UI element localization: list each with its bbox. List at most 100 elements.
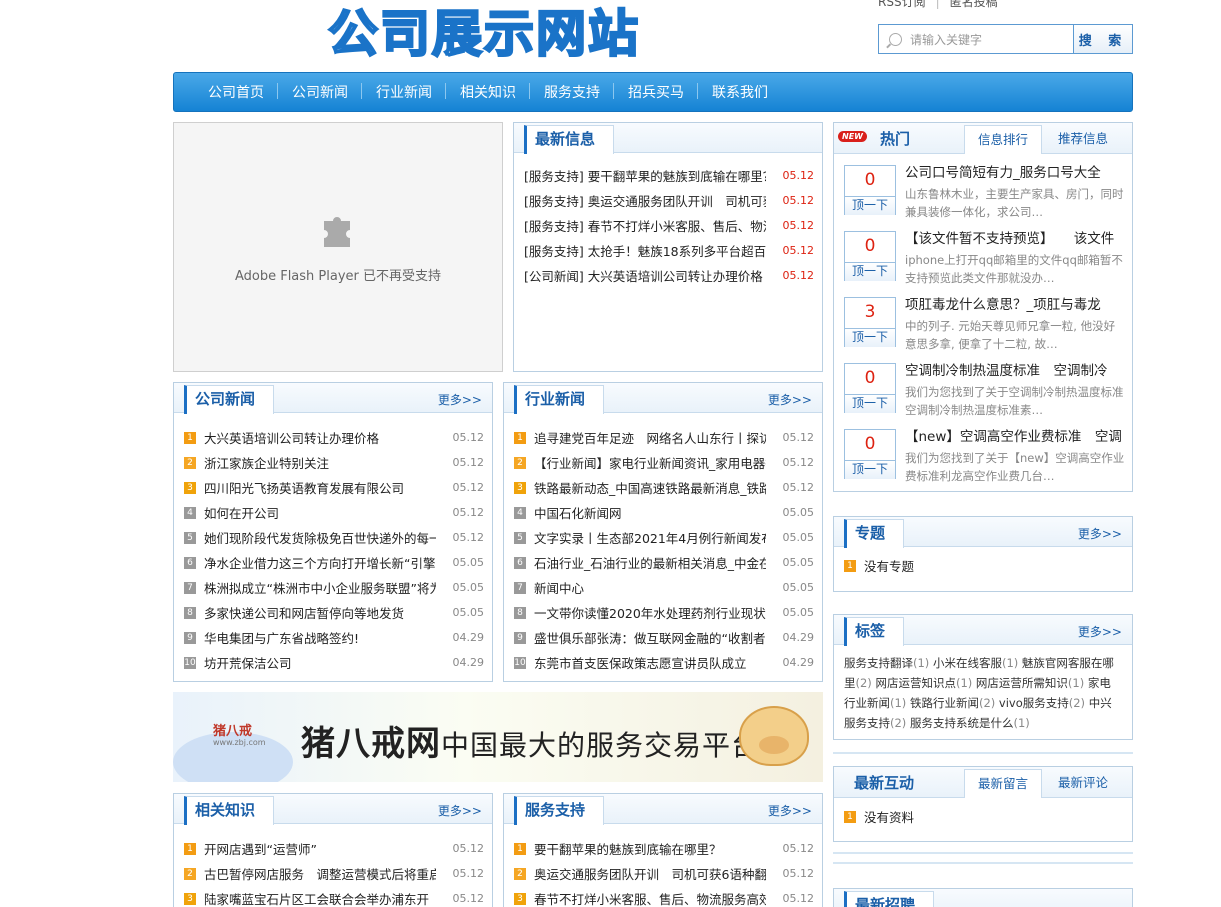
tag-link[interactable]: 小米在线客服 bbox=[933, 656, 1002, 670]
more-link[interactable]: 更多>> bbox=[768, 802, 812, 819]
item-title[interactable]: 开网店遇到“运营师” bbox=[204, 839, 436, 858]
list-item[interactable]: 3 四川阳光飞扬英语教育发展有限公司 05.12 bbox=[184, 475, 484, 500]
vote-up-button[interactable]: 顶一下 bbox=[845, 197, 895, 215]
item-title[interactable]: 一文带你读懂2020年水处理药剂行业现状与发展 bbox=[534, 603, 766, 622]
more-link[interactable]: 更多>> bbox=[438, 391, 482, 408]
nav-service[interactable]: 服务支持 bbox=[530, 82, 614, 102]
nav-hiring[interactable]: 招兵买马 bbox=[614, 82, 698, 102]
tab-recommended[interactable]: 推荐信息 bbox=[1044, 125, 1122, 154]
list-item[interactable]: [服务支持] 要干翻苹果的魅族到底输在哪里？ 05.12 bbox=[524, 163, 814, 188]
item-title[interactable]: [服务支持] 春节不打烊小米客服、售后、物流服务高效运转 bbox=[524, 216, 766, 235]
more-link[interactable]: 更多>> bbox=[438, 802, 482, 819]
item-title[interactable]: 华电集团与广东省战略签约! bbox=[204, 628, 436, 647]
item-title[interactable]: 要干翻苹果的魅族到底输在哪里？ bbox=[534, 839, 766, 858]
vote-up-button[interactable]: 顶一下 bbox=[845, 329, 895, 347]
item-title[interactable]: [服务支持] 奥运交通服务团队开训 司机可获6语种翻译 bbox=[524, 191, 766, 210]
tag-link[interactable]: 铁路行业新闻 bbox=[910, 696, 979, 710]
list-item[interactable]: 2 奥运交通服务团队开训 司机可获6语种翻译 05.12 bbox=[514, 861, 814, 886]
list-item[interactable]: 3 铁路最新动态_中国高速铁路最新消息_铁路行业 05.12 bbox=[514, 475, 814, 500]
item-title[interactable]: 四川阳光飞扬英语教育发展有限公司 bbox=[204, 478, 436, 497]
list-item[interactable]: 6 石油行业_石油行业的最新相关消息_中金在线 05.05 bbox=[514, 550, 814, 575]
item-title[interactable]: 她们现阶段代发货除极免百世快递外的每一家快递公司 bbox=[204, 528, 436, 547]
list-item[interactable]: 4 中国石化新闻网 05.05 bbox=[514, 500, 814, 525]
list-item[interactable]: 1 没有专题 bbox=[844, 553, 1124, 578]
item-title[interactable]: 净水企业借力这三个方向打开增长新“引擎” bbox=[204, 553, 436, 572]
item-title[interactable]: [服务支持] 太抢手！魅族18系列多平台超百万预约 bbox=[524, 241, 766, 260]
list-item[interactable]: 9 华电集团与广东省战略签约! 04.29 bbox=[184, 625, 484, 650]
item-title[interactable]: 追寻建党百年足迹 网络名人山东行丨探访山东 bbox=[534, 428, 766, 447]
item-title[interactable]: 浙江家族企业特别关注 bbox=[204, 453, 436, 472]
item-title[interactable]: 春节不打烊小米客服、售后、物流服务高效运转 bbox=[534, 889, 766, 907]
tab-latest-comments[interactable]: 最新评论 bbox=[1044, 769, 1122, 798]
search-input[interactable]: 请输入关键字 bbox=[879, 25, 1074, 53]
tab-info-ranking[interactable]: 信息排行 bbox=[964, 125, 1042, 154]
list-item[interactable]: 10 坊开荒保洁公司 04.29 bbox=[184, 650, 484, 675]
rss-link[interactable]: RSS订阅 bbox=[878, 0, 926, 9]
hot-item-title[interactable]: 【new】空调高空作业费标准 空调 bbox=[905, 425, 1125, 445]
hot-item-title[interactable]: 空调制冷制热温度标准 空调制冷 bbox=[905, 359, 1125, 379]
item-title[interactable]: 多家快递公司和网店暂停向等地发货 bbox=[204, 603, 436, 622]
nav-contact[interactable]: 联系我们 bbox=[698, 82, 782, 102]
list-item[interactable]: 5 文字实录丨生态部2021年4月例行新闻发布会实录 05.05 bbox=[514, 525, 814, 550]
tab-latest-messages[interactable]: 最新留言 bbox=[964, 769, 1042, 798]
list-item[interactable]: 8 一文带你读懂2020年水处理药剂行业现状与发展 05.05 bbox=[514, 600, 814, 625]
list-item[interactable]: 9 盛世俱乐部张涛：做互联网金融的“收割者” 04.29 bbox=[514, 625, 814, 650]
item-title[interactable]: 坊开荒保洁公司 bbox=[204, 653, 436, 672]
list-item[interactable]: 5 她们现阶段代发货除极免百世快递外的每一家快递公司 05.12 bbox=[184, 525, 484, 550]
item-title[interactable]: 没有资料 bbox=[864, 807, 1124, 826]
list-item[interactable]: 3 陆家嘴蓝宝石片区工会联合会举办浦东开 05.12 bbox=[184, 886, 484, 907]
item-title[interactable]: 古巴暂停网店服务 调整运营模式后将重启 bbox=[204, 864, 436, 883]
more-link[interactable]: 更多>> bbox=[768, 391, 812, 408]
list-item[interactable]: 7 株洲拟成立“株洲市中小企业服务联盟”将为中小企业 05.05 bbox=[184, 575, 484, 600]
list-item[interactable]: 2 浙江家族企业特别关注 05.12 bbox=[184, 450, 484, 475]
item-title[interactable]: 没有专题 bbox=[864, 556, 1124, 575]
list-item[interactable]: 8 多家快递公司和网店暂停向等地发货 05.05 bbox=[184, 600, 484, 625]
tag-link[interactable]: 服务支持系统是什么 bbox=[910, 716, 1014, 730]
list-item[interactable]: 1 开网店遇到“运营师” 05.12 bbox=[184, 836, 484, 861]
item-title[interactable]: [公司新闻] 大兴英语培训公司转让办理价格 bbox=[524, 266, 766, 285]
item-title[interactable]: 文字实录丨生态部2021年4月例行新闻发布会实录 bbox=[534, 528, 766, 547]
item-title[interactable]: 东莞市首支医保政策志愿宣讲员队成立 bbox=[534, 653, 766, 672]
item-title[interactable]: 【行业新闻】家电行业新闻资讯_家用电器行业 bbox=[534, 453, 766, 472]
more-link[interactable]: 更多>> bbox=[1078, 623, 1122, 640]
list-item[interactable]: 2 【行业新闻】家电行业新闻资讯_家用电器行业 05.12 bbox=[514, 450, 814, 475]
hot-item-title[interactable]: 项肛毒龙什么意思？_项肛与毒龙 bbox=[905, 293, 1125, 313]
tag-link[interactable]: 网店运营知识点 bbox=[875, 676, 956, 690]
site-logo[interactable]: 公司展示网站 bbox=[327, 0, 640, 66]
vote-up-button[interactable]: 顶一下 bbox=[845, 395, 895, 413]
item-title[interactable]: [服务支持] 要干翻苹果的魅族到底输在哪里？ bbox=[524, 166, 766, 185]
nav-knowledge[interactable]: 相关知识 bbox=[446, 82, 530, 102]
tag-link[interactable]: 网店运营所需知识 bbox=[976, 676, 1068, 690]
item-title[interactable]: 奥运交通服务团队开训 司机可获6语种翻译 bbox=[534, 864, 766, 883]
nav-industry-news[interactable]: 行业新闻 bbox=[362, 82, 446, 102]
list-item[interactable]: 4 如何在开公司 05.12 bbox=[184, 500, 484, 525]
list-item[interactable]: [公司新闻] 大兴英语培训公司转让办理价格 05.12 bbox=[524, 263, 814, 288]
item-title[interactable]: 株洲拟成立“株洲市中小企业服务联盟”将为中小企业 bbox=[204, 578, 436, 597]
list-item[interactable]: 2 古巴暂停网店服务 调整运营模式后将重启 05.12 bbox=[184, 861, 484, 886]
list-item[interactable]: 6 净水企业借力这三个方向打开增长新“引擎” 05.05 bbox=[184, 550, 484, 575]
list-item[interactable]: 10 东莞市首支医保政策志愿宣讲员队成立 04.29 bbox=[514, 650, 814, 675]
list-item[interactable]: [服务支持] 太抢手！魅族18系列多平台超百万预约 05.12 bbox=[524, 238, 814, 263]
list-item[interactable]: 1 要干翻苹果的魅族到底输在哪里？ 05.12 bbox=[514, 836, 814, 861]
item-title[interactable]: 石油行业_石油行业的最新相关消息_中金在线 bbox=[534, 553, 766, 572]
list-item[interactable]: 1 追寻建党百年足迹 网络名人山东行丨探访山东 05.12 bbox=[514, 425, 814, 450]
list-item[interactable]: 7 新闻中心 05.05 bbox=[514, 575, 814, 600]
list-item[interactable]: [服务支持] 春节不打烊小米客服、售后、物流服务高效运转 05.12 bbox=[524, 213, 814, 238]
list-item[interactable]: [服务支持] 奥运交通服务团队开训 司机可获6语种翻译 05.12 bbox=[524, 188, 814, 213]
hot-item-title[interactable]: 公司口号简短有力_服务口号大全 bbox=[905, 161, 1125, 181]
item-title[interactable]: 新闻中心 bbox=[534, 578, 766, 597]
anon-post-link[interactable]: 匿名投稿 bbox=[950, 0, 998, 9]
more-link[interactable]: 更多>> bbox=[1078, 525, 1122, 542]
vote-up-button[interactable]: 顶一下 bbox=[845, 263, 895, 281]
nav-home[interactable]: 公司首页 bbox=[194, 82, 278, 102]
item-title[interactable]: 如何在开公司 bbox=[204, 503, 436, 522]
list-item[interactable]: 1 没有资料 bbox=[844, 804, 1124, 829]
item-title[interactable]: 盛世俱乐部张涛：做互联网金融的“收割者” bbox=[534, 628, 766, 647]
nav-company-news[interactable]: 公司新闻 bbox=[278, 82, 362, 102]
ad-banner[interactable]: 猪八戒 www.zbj.com 猪八戒网中国最大的服务交易平台 bbox=[173, 692, 823, 782]
tag-link[interactable]: 服务支持翻译 bbox=[844, 656, 913, 670]
search-button[interactable]: 搜 索 bbox=[1074, 25, 1132, 53]
item-title[interactable]: 铁路最新动态_中国高速铁路最新消息_铁路行业 bbox=[534, 478, 766, 497]
list-item[interactable]: 1 大兴英语培训公司转让办理价格 05.12 bbox=[184, 425, 484, 450]
item-title[interactable]: 中国石化新闻网 bbox=[534, 503, 766, 522]
